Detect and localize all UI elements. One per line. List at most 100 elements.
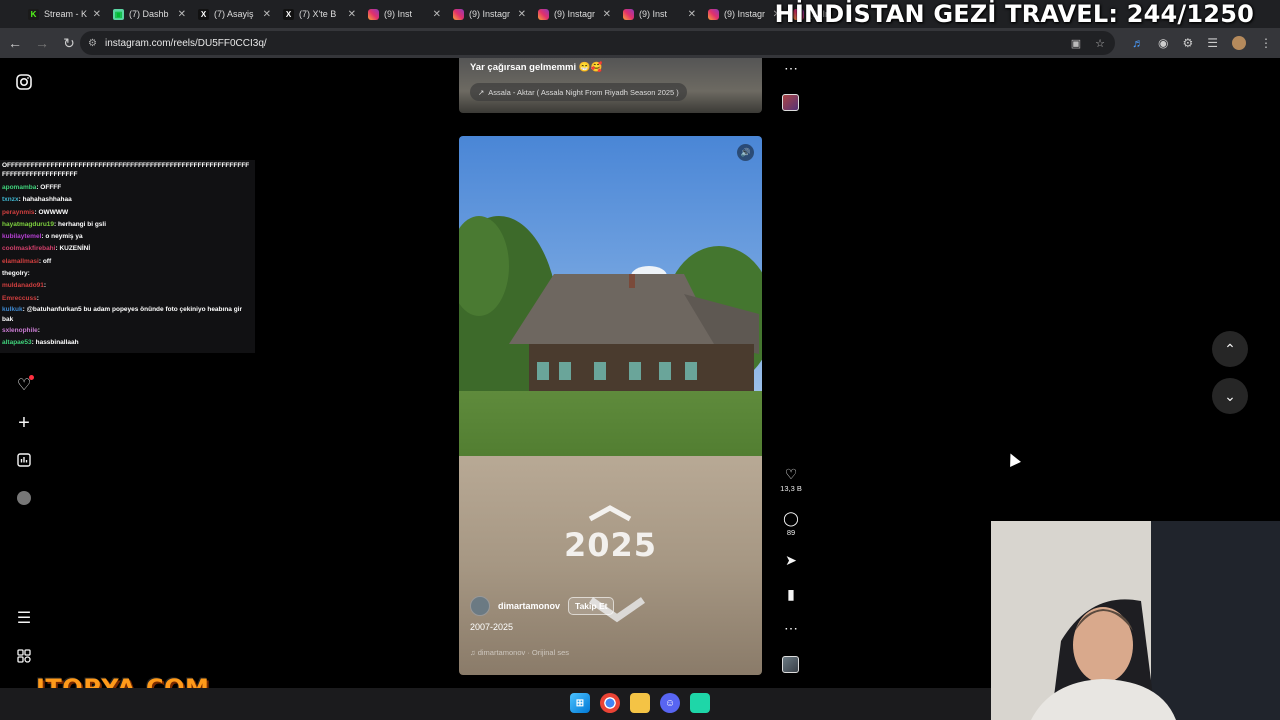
close-tab-icon[interactable]: ✕: [348, 9, 356, 20]
browser-tab[interactable]: (9) Inst ✕: [617, 0, 702, 28]
instagram-icon: [538, 8, 549, 20]
chat-text: : hahahashhahaa: [18, 196, 72, 204]
previous-reel[interactable]: Yar çağırsan gelmemmi 😁🥰 ↗ Assala - Akta…: [459, 58, 762, 113]
chat-message: kulkuk: @batuhanfurkan5 bu adam popeyes …: [2, 305, 253, 325]
close-tab-icon[interactable]: ✕: [688, 9, 696, 20]
extensions-icon[interactable]: ⚙: [1182, 36, 1193, 50]
share-icon[interactable]: ➤: [778, 552, 804, 568]
chat-text: : hassbinallaah: [31, 339, 79, 347]
dashboard-icon: ▣: [113, 8, 124, 20]
current-reel-video[interactable]: 🔊 2025 dimartamonov Takip Et 2007-2025 ♫…: [459, 136, 762, 675]
chrome-icon[interactable]: [600, 693, 620, 713]
more-icon[interactable]: ⋯: [778, 620, 804, 636]
windows-start-icon[interactable]: ⊞: [570, 693, 590, 713]
chrome-menu-icon[interactable]: ⋮: [1260, 36, 1272, 50]
chat-username: altapae53: [2, 339, 32, 347]
browser-tab[interactable]: X (7) X'te B ✕: [277, 0, 362, 28]
close-tab-icon[interactable]: ✕: [518, 9, 526, 20]
more-options[interactable]: ⋯: [778, 620, 804, 636]
browser-tab[interactable]: (9) Inst ✕: [362, 0, 447, 28]
profile-avatar[interactable]: [14, 488, 34, 508]
back-button[interactable]: ←: [3, 31, 27, 55]
browser-tab[interactable]: X (7) Asayiş ✕: [192, 0, 277, 28]
file-explorer-icon[interactable]: [630, 693, 650, 713]
comment-action[interactable]: ◯ 89: [778, 510, 804, 537]
heart-icon[interactable]: ♡: [778, 466, 804, 482]
more-menu-icon[interactable]: ☰: [14, 608, 34, 628]
video-road: [459, 456, 762, 675]
instagram-icon: [708, 8, 719, 20]
chat-message: apomamba: OFFFF: [2, 182, 253, 194]
bookmark-icon[interactable]: ▮: [778, 586, 804, 602]
address-bar[interactable]: ⚙ instagram.com/reels/DU5FF0CCI3q/ ▣ ☆: [80, 31, 1115, 55]
browser-tab[interactable]: (9) Instagr ✕: [447, 0, 532, 28]
chat-username: coolmaskfirebahi: [2, 245, 56, 253]
instagram-logo-icon[interactable]: [14, 72, 34, 92]
close-tab-icon[interactable]: ✕: [603, 9, 611, 20]
comment-count: 89: [786, 528, 796, 537]
next-reel-button[interactable]: ⌄: [1212, 378, 1248, 414]
chevron-up-graphic: [588, 505, 632, 522]
music-note-icon: ♫: [470, 648, 476, 657]
discord-icon[interactable]: ☺: [660, 693, 680, 713]
instagram-icon: [453, 8, 464, 20]
comment-icon[interactable]: ◯: [778, 510, 804, 526]
save-action[interactable]: ▮: [778, 586, 804, 602]
close-tab-icon[interactable]: ✕: [93, 9, 101, 20]
bookmark-star-icon[interactable]: ☆: [1095, 37, 1105, 50]
chat-username: kubilaytemel: [2, 233, 42, 241]
audio-thumbnail[interactable]: [782, 656, 799, 673]
reel-audio[interactable]: ♫ dimartamonov · Orijinal ses: [470, 648, 569, 657]
tab-title: (7) X'te B: [299, 9, 337, 19]
stream-chat-overlay: OFFFFFFFFFFFFFFFFFFFFFFFFFFFFFFFFFFFFFFF…: [0, 160, 255, 353]
left-sidebar: ♡ + ☰: [0, 58, 48, 688]
like-action[interactable]: ♡ 13,3 B: [778, 466, 804, 493]
site-info-icon[interactable]: ⚙: [88, 38, 97, 49]
notifications-heart-icon[interactable]: ♡: [14, 375, 34, 395]
reading-list-icon[interactable]: ☰: [1207, 36, 1218, 50]
chat-message: Emreccuss:: [2, 293, 253, 305]
also-from-meta-icon[interactable]: [14, 646, 34, 666]
follow-button[interactable]: Takip Et: [568, 597, 615, 615]
chat-username: peraynmis: [2, 208, 35, 216]
toolbar: ← → ↻ ⚙ instagram.com/reels/DU5FF0CCI3q/…: [0, 28, 1280, 58]
share-action[interactable]: ➤: [778, 552, 804, 568]
previous-reel-more[interactable]: ⋯: [778, 60, 804, 76]
forward-button[interactable]: →: [30, 31, 54, 55]
reel-caption[interactable]: 2007-2025: [470, 622, 513, 632]
kick-icon: K: [28, 8, 39, 20]
close-tab-icon[interactable]: ✕: [433, 9, 441, 20]
chat-message: thegolry:: [2, 268, 253, 280]
previous-audio-thumbnail[interactable]: [782, 94, 799, 111]
media-control-icon[interactable]: ♬: [1132, 36, 1144, 50]
tab-title: (9) Inst: [639, 9, 668, 19]
reel-author: dimartamonov Takip Et: [470, 596, 615, 616]
install-app-icon[interactable]: ▣: [1071, 37, 1081, 50]
reload-button[interactable]: ↻: [57, 31, 81, 55]
previous-reel-button[interactable]: ⌃: [1212, 331, 1248, 367]
chat-message: muldanado91:: [2, 280, 253, 292]
create-plus-icon[interactable]: +: [14, 412, 34, 434]
instagram-icon: [623, 8, 634, 20]
volume-icon[interactable]: 🔊: [737, 144, 754, 161]
close-tab-icon[interactable]: ✕: [263, 9, 271, 20]
url-text: instagram.com/reels/DU5FF0CCI3q/: [104, 37, 267, 49]
chat-username: kulkuk: [2, 305, 23, 313]
vpn-icon[interactable]: ◉: [1158, 36, 1168, 50]
browser-tab[interactable]: K Stream - K ✕: [22, 0, 107, 28]
previous-reel-song[interactable]: ↗ Assala - Aktar ( Assala Night From Riy…: [470, 83, 687, 101]
tab-title: (7) Asayiş: [214, 9, 254, 19]
close-tab-icon[interactable]: ✕: [178, 9, 186, 20]
profile-avatar-icon[interactable]: [1232, 36, 1246, 50]
chat-username: hayatmagduru19: [2, 220, 55, 228]
tab-title: (9) Instagr: [724, 9, 766, 19]
streamer-webcam-image: [991, 521, 1280, 720]
dashboard-icon[interactable]: [14, 450, 34, 470]
author-avatar[interactable]: [470, 596, 490, 616]
author-username[interactable]: dimartamonov: [498, 601, 560, 611]
app-icon[interactable]: [690, 693, 710, 713]
chat-text: :: [36, 294, 39, 302]
chat-username: elamallmasi: [2, 257, 39, 265]
browser-tab[interactable]: ▣ (7) Dashb ✕: [107, 0, 192, 28]
browser-tab[interactable]: (9) Instagr ✕: [532, 0, 617, 28]
